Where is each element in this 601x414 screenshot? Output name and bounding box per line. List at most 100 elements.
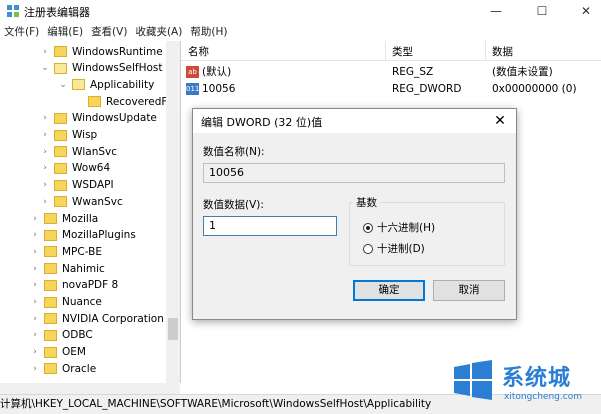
folder-icon [54, 112, 67, 124]
radio-dec-label: 十进制(D) [377, 243, 425, 255]
chevron-right-icon[interactable]: › [40, 113, 50, 123]
value-data-label: 数值数据(V): [203, 199, 264, 211]
chevron-right-icon[interactable]: › [40, 147, 50, 157]
menu-file[interactable]: 文件(F) [0, 24, 43, 39]
tree-item[interactable]: › Nuance [30, 294, 102, 311]
column-data[interactable]: 数据 [492, 44, 513, 59]
tree-item[interactable]: › Nahimic [30, 260, 105, 277]
maximize-button[interactable]: ☐ [527, 0, 557, 22]
tree-horizontal-scrollbar[interactable] [0, 383, 180, 394]
folder-icon [44, 246, 57, 258]
value-data: 0x00000000 (0) [492, 82, 577, 95]
tree-item-label: WindowsUpdate [72, 112, 157, 125]
tree-item[interactable]: › WindowsRuntime [40, 43, 163, 60]
chevron-down-icon[interactable]: ⌄ [40, 63, 50, 73]
chevron-right-icon[interactable]: › [30, 364, 40, 374]
tree-item-label: WlanSvc [72, 145, 118, 158]
folder-icon [44, 329, 57, 341]
radio-hex-indicator[interactable] [363, 222, 373, 233]
chevron-right-icon[interactable]: › [40, 163, 50, 173]
value-row[interactable]: ab (默认) [186, 63, 231, 80]
tree-item[interactable]: › Mozilla [30, 210, 98, 227]
chevron-right-icon[interactable]: › [40, 47, 50, 57]
chevron-right-icon[interactable]: › [30, 264, 40, 274]
chevron-right-icon[interactable]: › [30, 247, 40, 257]
windows-logo-icon [454, 360, 492, 400]
tree-item-label: WindowsRuntime [72, 45, 163, 58]
folder-icon [44, 279, 57, 291]
tree-item-label: MPC-BE [62, 245, 102, 258]
folder-icon [54, 129, 67, 141]
folder-icon [54, 179, 67, 191]
dword-value-icon: 011 [186, 82, 200, 95]
tree-scrollbar-thumb[interactable] [168, 318, 178, 340]
tree-item-label: Wow64 [72, 162, 111, 175]
value-data-input[interactable]: 1 [203, 216, 337, 236]
chevron-right-icon[interactable]: › [40, 197, 50, 207]
menu-view[interactable]: 查看(V) [87, 24, 131, 39]
menu-favorites[interactable]: 收藏夹(A) [131, 24, 186, 39]
folder-icon [44, 346, 57, 358]
menu-help[interactable]: 帮助(H) [186, 24, 231, 39]
tree-item[interactable]: › WindowsUpdate [40, 110, 157, 127]
tree-item[interactable]: › MozillaPlugins [30, 227, 136, 244]
tree-item[interactable]: › WwanSvc [40, 193, 123, 210]
column-divider[interactable] [485, 41, 486, 60]
tree-item-label: RecoveredFr [106, 95, 171, 108]
registry-tree[interactable]: › WindowsRuntime ⌄ WindowsSelfHost ⌄ Applicab… [0, 41, 181, 383]
column-type[interactable]: 类型 [392, 44, 413, 59]
tree-item[interactable]: › MPC-BE [30, 243, 102, 260]
folder-icon [54, 162, 67, 174]
radio-hex[interactable]: 十六进制(H) [363, 220, 435, 235]
tree-item-label: Wisp [72, 129, 98, 141]
tree-item[interactable]: › WSDAPI [40, 177, 113, 194]
value-data: (数值未设置) [492, 66, 553, 78]
radio-dec[interactable]: 十进制(D) [363, 241, 425, 256]
tree-item[interactable]: › WlanSvc [40, 143, 117, 160]
tree-item[interactable]: › Wow64 [40, 160, 110, 177]
tree-item[interactable]: › Oracle [30, 360, 96, 377]
value-type: REG_SZ [392, 65, 434, 78]
chevron-right-icon[interactable]: › [30, 280, 40, 290]
chevron-right-icon[interactable]: › [30, 214, 40, 224]
minimize-button[interactable]: — [481, 0, 511, 22]
tree-item-label: NVIDIA Corporation [62, 312, 164, 325]
tree-item[interactable]: › Wisp [40, 127, 97, 144]
value-list-header: 名称 类型 数据 [181, 41, 601, 61]
chevron-right-icon[interactable]: › [30, 347, 40, 357]
radio-dec-indicator[interactable] [363, 243, 373, 254]
tree-item-label: Nuance [62, 296, 102, 308]
ok-button[interactable]: 确定 [353, 280, 425, 301]
chevron-right-icon[interactable]: › [40, 180, 50, 190]
tree-item[interactable]: › OEM [30, 344, 86, 361]
value-row[interactable]: 011 10056 [186, 80, 235, 97]
chevron-right-icon[interactable]: › [30, 230, 40, 240]
menu-edit[interactable]: 编辑(E) [43, 24, 87, 39]
tree-item[interactable]: › novaPDF 8 [30, 277, 118, 294]
tree-item[interactable]: › NVIDIA Corporation [30, 310, 164, 327]
dialog-title: 编辑 DWORD (32 位)值 [201, 116, 323, 129]
tree-item[interactable]: ⌄ Applicability [58, 76, 154, 93]
close-button[interactable]: ✕ [571, 0, 601, 22]
folder-icon [54, 62, 67, 74]
tree-item-label: Nahimic [62, 262, 105, 275]
cancel-button[interactable]: 取消 [433, 280, 505, 301]
current-key-path: 计算机\HKEY_LOCAL_MACHINE\SOFTWARE\Microsof… [0, 398, 432, 410]
chevron-right-icon[interactable]: › [30, 330, 40, 340]
chevron-right-icon[interactable]: › [40, 130, 50, 140]
folder-icon [44, 213, 57, 224]
chevron-down-icon[interactable]: ⌄ [58, 80, 68, 90]
column-name[interactable]: 名称 [188, 44, 209, 59]
tree-item[interactable]: › ODBC [30, 327, 93, 344]
base-label: 基数 [353, 195, 380, 210]
tree-item[interactable]: ⌄ WindowsSelfHost [40, 60, 162, 77]
chevron-right-icon[interactable]: › [30, 314, 40, 324]
tree-item[interactable]: RecoveredFr [74, 93, 171, 110]
folder-icon [54, 196, 67, 208]
chevron-right-icon[interactable]: › [30, 297, 40, 307]
column-divider[interactable] [385, 41, 386, 60]
tree-item-label: ODBC [62, 329, 93, 342]
dialog-close-icon[interactable]: ✕ [489, 111, 511, 131]
tree-item-label: Applicability [90, 78, 155, 91]
folder-icon [54, 146, 67, 158]
